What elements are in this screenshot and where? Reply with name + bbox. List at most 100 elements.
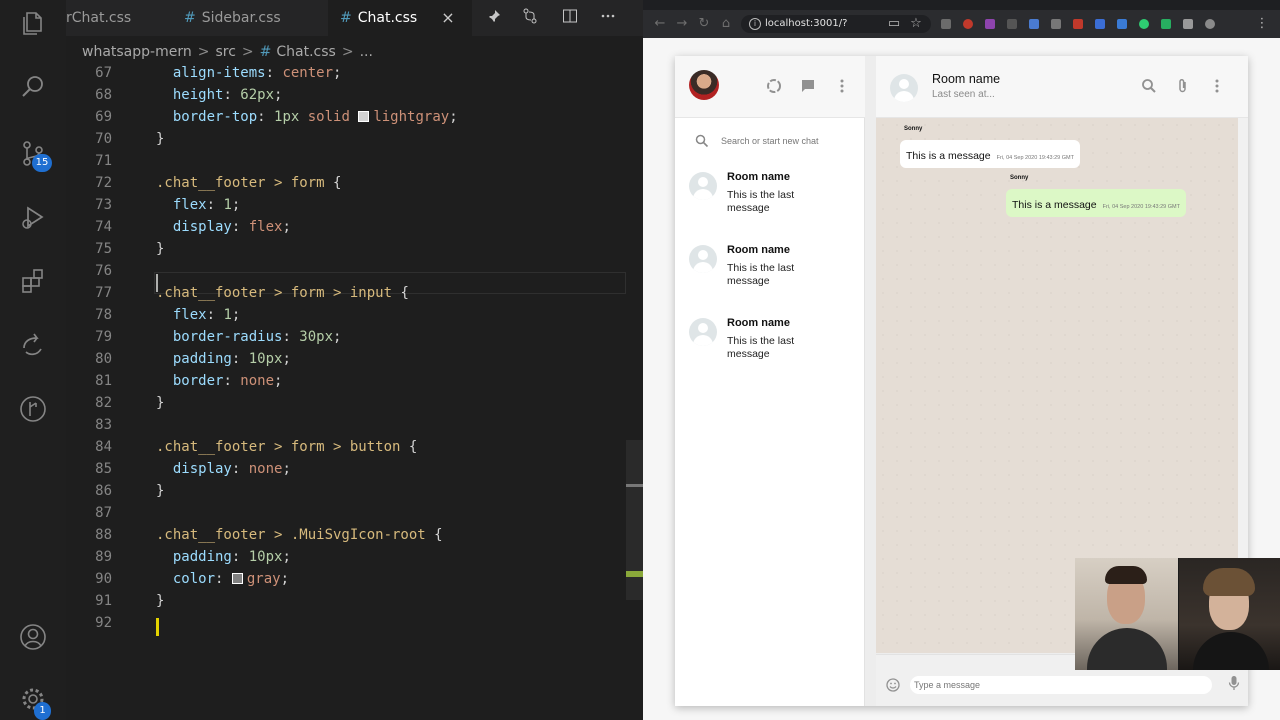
live-share-icon[interactable] [18, 330, 48, 360]
code-line[interactable]: 85 display: none; [66, 458, 626, 480]
pin-icon[interactable] [484, 8, 504, 28]
new-chat-icon[interactable] [799, 78, 817, 96]
code-line[interactable]: 86} [66, 480, 626, 502]
search-icon[interactable] [18, 72, 48, 102]
home-icon[interactable]: ⌂ [717, 15, 735, 33]
code-line[interactable]: 90 color: gray; [66, 568, 626, 590]
code-text: height: 62px; [156, 84, 283, 106]
extension-icon[interactable] [963, 19, 973, 29]
extension-icon[interactable] [985, 19, 995, 29]
profile-avatar-icon[interactable] [1205, 19, 1215, 29]
code-line[interactable]: 70} [66, 128, 626, 150]
message-text: This is a message [1012, 199, 1097, 211]
code-line[interactable]: 91} [66, 590, 626, 612]
line-number: 72 [95, 175, 112, 191]
chat-list-item[interactable]: Room name This is the last message [675, 160, 865, 228]
reload-icon[interactable]: ↻ [695, 15, 713, 33]
info-icon[interactable]: i [749, 18, 761, 30]
user-avatar[interactable] [689, 70, 719, 100]
search-input[interactable] [721, 132, 861, 150]
forward-arrow-icon[interactable]: → [673, 15, 691, 33]
search-icon[interactable] [1140, 78, 1158, 96]
code-line[interactable]: 80 padding: 10px; [66, 348, 626, 370]
code-line[interactable]: 73 flex: 1; [66, 194, 626, 216]
code-token: flex [172, 197, 207, 213]
code-line[interactable]: 75} [66, 238, 626, 260]
compare-changes-icon[interactable] [520, 8, 540, 28]
code-line[interactable]: 68 height: 62px; [66, 84, 626, 106]
code-line[interactable]: 78 flex: 1; [66, 304, 626, 326]
extension-icon[interactable] [1117, 19, 1127, 29]
chevron-right-icon: > [241, 44, 254, 60]
explorer-icon[interactable] [18, 8, 48, 38]
extension-icon[interactable] [1051, 19, 1061, 29]
code-editor[interactable]: 67 align-items: center; 68 height: 62px; 6… [66, 62, 626, 662]
avatar [689, 172, 717, 200]
color-swatch[interactable] [231, 573, 243, 584]
code-text: display: none; [156, 458, 291, 480]
browser-menu-icon[interactable]: ⋮ [1253, 15, 1271, 33]
scroll-marker [626, 484, 643, 487]
more-actions-icon[interactable] [598, 8, 618, 28]
bookmark-star-icon[interactable]: ☆ [907, 15, 925, 33]
back-arrow-icon[interactable]: ← [651, 15, 669, 33]
code-token: padding [172, 351, 232, 367]
scroll-marker [626, 571, 643, 577]
code-line[interactable]: 76 [66, 260, 626, 282]
status-icon[interactable] [765, 78, 783, 96]
breadcrumb-item[interactable]: whatsapp-mern [82, 44, 192, 60]
code-line[interactable]: 88 .chat__footer > .MuiSvgIcon-root { [66, 524, 626, 546]
code-token: ; [231, 197, 241, 213]
more-vert-icon[interactable] [833, 78, 851, 96]
extension-icon[interactable] [1073, 19, 1083, 29]
close-icon[interactable]: × [439, 9, 457, 27]
chat-list-item[interactable]: Room name This is the last message [675, 233, 865, 301]
code-line[interactable]: 74 display: flex; [66, 216, 626, 238]
extension-icon[interactable] [1139, 19, 1149, 29]
extension-icon[interactable] [1029, 19, 1039, 29]
run-debug-icon[interactable] [18, 202, 48, 232]
message-text: This is a message [906, 150, 991, 162]
code-line[interactable]: 84 .chat__footer > form > button { [66, 436, 626, 458]
extensions-icon[interactable] [18, 266, 48, 296]
breadcrumb-item[interactable]: src [215, 44, 235, 60]
cast-icon[interactable]: ▭ [885, 15, 903, 33]
git-graph-icon[interactable] [18, 394, 48, 424]
extensions-puzzle-icon[interactable] [1183, 19, 1193, 29]
breadcrumb-item[interactable]: Chat.css [276, 44, 335, 60]
tab-rchat-css[interactable]: rChat.css [66, 0, 166, 36]
split-editor-icon[interactable] [560, 8, 580, 28]
extension-icon[interactable] [1007, 19, 1017, 29]
code-token: border-radius [172, 329, 283, 345]
extension-icon[interactable] [1161, 19, 1171, 29]
code-text: flex: 1; [156, 304, 240, 326]
line-number: 74 [95, 219, 112, 235]
code-line[interactable]: 67 align-items: center; [66, 62, 626, 84]
code-line[interactable]: 92 [66, 612, 626, 634]
code-line[interactable]: 82} [66, 392, 626, 414]
message-input[interactable] [910, 676, 1212, 694]
code-line[interactable]: 72 .chat__footer > form { [66, 172, 626, 194]
line-number: 85 [95, 461, 112, 477]
chat-list-item[interactable]: Room name This is the last message [675, 306, 865, 374]
code-line[interactable]: 77 .chat__footer > form > input { [66, 282, 626, 304]
code-line[interactable]: 79 border-radius: 30px; [66, 326, 626, 348]
tab-sidebar-css[interactable]: # Sidebar.css [184, 0, 314, 36]
mic-icon[interactable] [1228, 675, 1240, 691]
accounts-icon[interactable] [18, 622, 48, 652]
avatar[interactable] [890, 74, 918, 102]
code-line[interactable]: 69 border-top: 1px solid lightgray; [66, 106, 626, 128]
code-line[interactable]: 71 [66, 150, 626, 172]
extension-icon[interactable] [1095, 19, 1105, 29]
color-swatch[interactable] [358, 111, 370, 122]
code-token: : [223, 87, 241, 103]
code-line[interactable]: 87 [66, 502, 626, 524]
breadcrumb-item[interactable]: ... [360, 44, 373, 60]
code-line[interactable]: 89 padding: 10px; [66, 546, 626, 568]
code-line[interactable]: 81 border: none; [66, 370, 626, 392]
emoji-icon[interactable] [886, 677, 900, 692]
more-vert-icon[interactable] [1208, 78, 1226, 96]
code-line[interactable]: 83 [66, 414, 626, 436]
extension-icon[interactable] [941, 19, 951, 29]
attach-file-icon[interactable] [1174, 78, 1192, 96]
